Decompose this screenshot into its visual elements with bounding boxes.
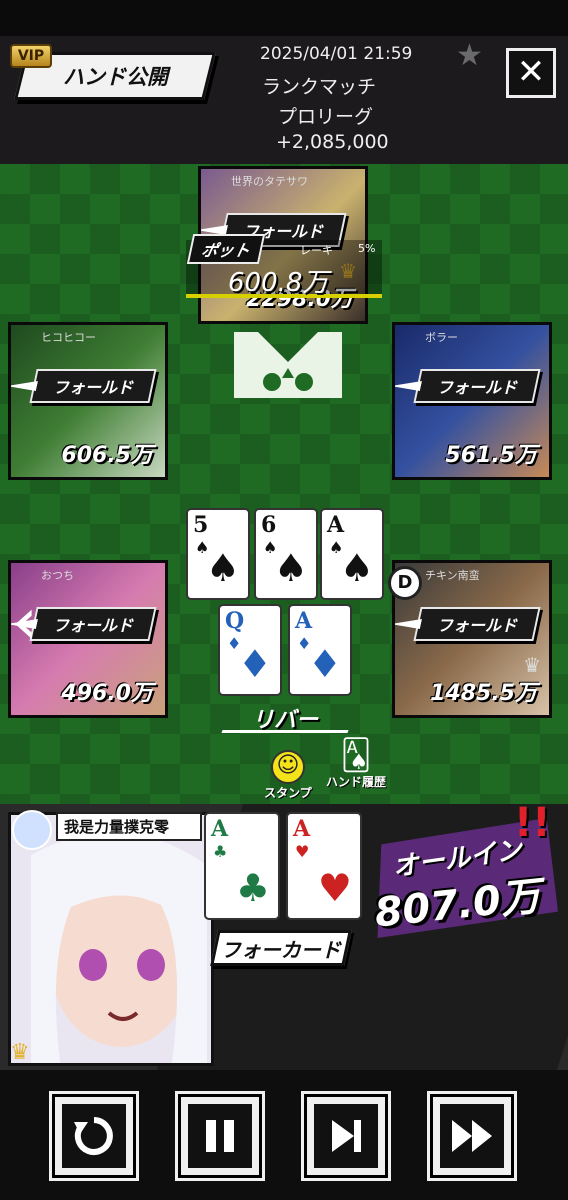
hole-card: A ♥ ♥ (286, 812, 362, 920)
player-seat-right-upper[interactable]: ボラー フォールド 561.5万 (392, 322, 552, 480)
board-card: Q ♦ ♦ (218, 604, 282, 696)
spade-icon: ♠ (205, 546, 240, 590)
card-rank: A (293, 816, 311, 842)
winner-character-art (11, 815, 211, 1063)
card-suit: ♥ (295, 842, 310, 861)
star-icon[interactable]: ★ (456, 38, 483, 73)
club-icon: ♣ (235, 866, 270, 910)
player-name: チキン南蛮 (425, 569, 480, 582)
diamond-icon: ♦ (237, 642, 272, 686)
dealer-button: D (388, 566, 422, 600)
hand-history-label: ハンド履歴 (325, 775, 386, 789)
pause-icon (188, 1104, 252, 1168)
fast-forward-icon (440, 1104, 504, 1168)
hand-datetime: 2025/04/01 21:59 (260, 44, 413, 64)
status-bar (0, 0, 568, 36)
fold-badge: フォールド (29, 607, 157, 641)
replay-button[interactable] (52, 1094, 136, 1178)
spade-icon: ♠ (339, 546, 374, 590)
heart-icon: ♥ (317, 866, 352, 910)
match-mode: ランクマッチ (262, 76, 377, 98)
rake-label: レーキ (300, 244, 333, 257)
fold-label: フォールド (436, 616, 517, 635)
player-name: ボラー (425, 331, 458, 344)
board-card: 5 ♠ ♠ (186, 508, 250, 600)
step-forward-icon (314, 1104, 378, 1168)
fast-forward-button[interactable] (430, 1094, 514, 1178)
rake-value: 5% (358, 242, 376, 255)
stamp-button[interactable]: ☺ スタンプ (258, 750, 318, 801)
close-button[interactable]: ✕ (506, 48, 556, 98)
board-card: A ♠ ♠ (320, 508, 384, 600)
card-rank: Q (225, 608, 245, 634)
replay-icon (62, 1104, 126, 1168)
card-suit: ♣ (213, 842, 228, 861)
hand-history-button[interactable]: 🂡 ハンド履歴 (318, 738, 394, 790)
fold-badge: フォールド (413, 607, 541, 641)
card-rank: 6 (261, 512, 277, 538)
board-card: 6 ♠ ♠ (254, 508, 318, 600)
card-rank: A (211, 816, 229, 842)
pot-amount: 600.8万 (228, 268, 329, 298)
winner-name: 我是力量撲克零 (56, 812, 202, 841)
fold-label: フォールド (436, 378, 517, 397)
card-rank: A (327, 512, 345, 538)
step-forward-button[interactable] (304, 1094, 388, 1178)
hole-card: A ♣ ♣ (204, 812, 280, 920)
hand-reveal-label: ハンド公開 (62, 65, 168, 89)
stamp-label: スタンプ (264, 786, 312, 800)
exclamation-icon: !! (514, 800, 551, 846)
fold-badge: フォールド (29, 369, 157, 403)
smiley-icon: ☺ (271, 750, 305, 784)
crown-icon: ♛ (10, 1040, 30, 1065)
crown-icon: ♛ (523, 653, 541, 677)
player-stack: 496.0万 (61, 681, 153, 706)
cards-icon: 🂡 (340, 738, 372, 773)
close-icon: ✕ (516, 52, 546, 92)
fold-badge: フォールド (413, 369, 541, 403)
chevron-left-icon[interactable]: ‹ (12, 590, 38, 654)
player-stack: 1485.5万 (430, 681, 537, 706)
pause-button[interactable] (178, 1094, 262, 1178)
diamond-icon: ♦ (307, 642, 342, 686)
result-amount: +2,085,000 (276, 131, 389, 153)
winner-avatar (8, 812, 214, 1066)
player-name: おつち (41, 569, 74, 582)
spade-icon: ♠ (273, 546, 308, 590)
fold-label: フォールド (52, 378, 133, 397)
pot-label: ポット (186, 234, 266, 264)
card-rank: 5 (193, 512, 209, 538)
hand-rank-label: フォーカード (221, 937, 341, 962)
winner-mini-avatar (12, 810, 52, 850)
card-rank: A (295, 608, 313, 634)
player-stack: 561.5万 (445, 443, 537, 468)
street-underline (221, 730, 349, 733)
league-name: プロリーグ (278, 106, 374, 128)
hand-rank-badge: フォーカード (210, 930, 352, 966)
vip-badge: VIP (10, 44, 52, 68)
fold-label: フォールド (52, 616, 133, 635)
player-name: ヒコヒコー (41, 331, 96, 344)
player-stack: 606.5万 (61, 443, 153, 468)
owl-logo-icon (234, 332, 342, 398)
board-card: A ♦ ♦ (288, 604, 352, 696)
player-name: 世界のタテサワ (231, 175, 308, 188)
player-seat-left-upper[interactable]: ヒコヒコー フォールド 606.5万 (8, 322, 168, 480)
